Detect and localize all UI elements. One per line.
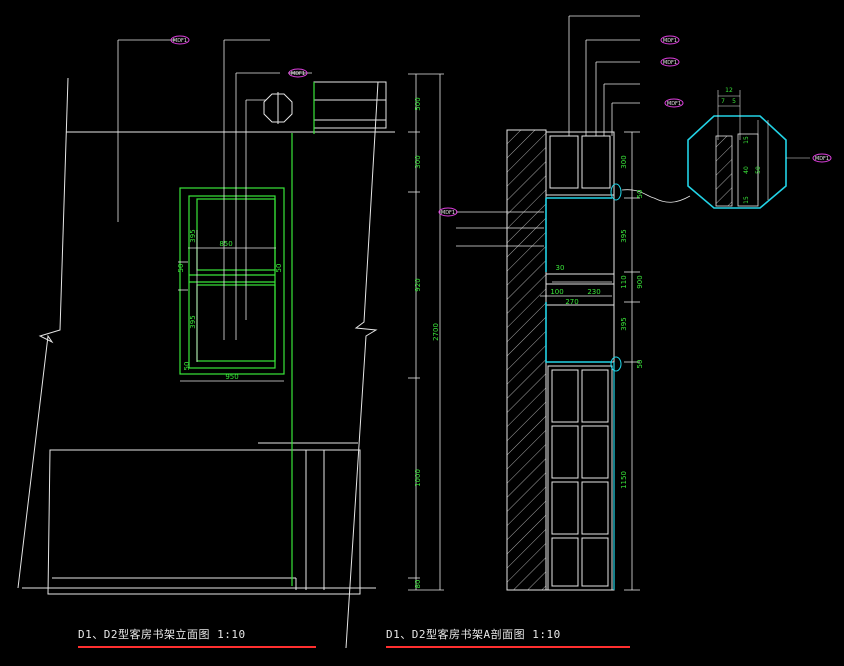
svg-text:50: 50 xyxy=(275,264,283,273)
section-title-underline xyxy=(386,646,630,648)
cad-drawing: MDF1 MDF1 MDF1 MDF1 MDF1 MDF1 MDF1 850 9… xyxy=(17,15,832,649)
svg-text:30: 30 xyxy=(556,264,565,272)
svg-text:12: 12 xyxy=(725,87,733,94)
svg-text:50: 50 xyxy=(183,362,191,371)
svg-text:MDF1: MDF1 xyxy=(815,156,829,162)
svg-text:395: 395 xyxy=(620,317,628,330)
svg-text:7: 7 xyxy=(721,98,725,105)
tag-sec-1: MDF1 xyxy=(660,35,680,45)
svg-text:50: 50 xyxy=(177,264,185,273)
svg-text:270: 270 xyxy=(565,298,578,306)
svg-text:15: 15 xyxy=(743,136,750,144)
svg-text:MDF1: MDF1 xyxy=(173,38,187,44)
svg-text:MDF1: MDF1 xyxy=(667,101,681,107)
tag-sec-4: MDF1 xyxy=(438,207,458,217)
elevation-dimensions xyxy=(117,39,312,382)
section-view xyxy=(456,15,810,591)
lower-cabinet xyxy=(47,449,361,595)
svg-text:110: 110 xyxy=(620,275,628,288)
svg-text:MDF1: MDF1 xyxy=(663,60,677,66)
tag-sec-3: MDF1 xyxy=(664,98,684,108)
dimension-texts: 850 950 395 395 50 50 50 500 300 920 270… xyxy=(177,87,762,588)
elevation-title-underline xyxy=(78,646,316,648)
svg-text:40: 40 xyxy=(743,166,750,174)
svg-text:950: 950 xyxy=(225,373,238,381)
svg-text:230: 230 xyxy=(587,288,600,296)
svg-text:395: 395 xyxy=(620,229,628,242)
svg-text:MDF1: MDF1 xyxy=(663,38,677,44)
svg-text:900: 900 xyxy=(636,275,644,288)
svg-text:80: 80 xyxy=(414,580,422,589)
svg-text:100: 100 xyxy=(550,288,563,296)
tag-detail: MDF1 xyxy=(812,153,832,163)
tag-sec-2: MDF1 xyxy=(660,57,680,67)
wall-break-left xyxy=(17,77,69,589)
svg-text:2700: 2700 xyxy=(432,323,440,341)
tag-elev-1: MDF1 xyxy=(170,35,190,45)
svg-text:500: 500 xyxy=(414,97,422,110)
svg-text:MDF1: MDF1 xyxy=(291,71,305,77)
wall-break-right xyxy=(345,81,379,649)
svg-text:50: 50 xyxy=(636,190,644,199)
elevation-title: D1、D2型客房书架立面图 1:10 xyxy=(78,628,246,641)
section-title: D1、D2型客房书架A剖面图 1:10 xyxy=(386,628,561,641)
wall-hatch xyxy=(506,129,547,591)
svg-text:300: 300 xyxy=(620,155,628,168)
svg-text:1150: 1150 xyxy=(620,471,628,489)
svg-text:395: 395 xyxy=(189,315,197,328)
svg-text:50: 50 xyxy=(755,166,762,174)
elevation-frame xyxy=(179,82,315,586)
elevation-view xyxy=(17,77,395,649)
svg-text:300: 300 xyxy=(414,155,422,168)
svg-text:920: 920 xyxy=(414,278,422,291)
svg-text:850: 850 xyxy=(219,240,232,248)
svg-text:5: 5 xyxy=(732,98,736,105)
svg-text:15: 15 xyxy=(743,196,750,204)
detail-octagon xyxy=(687,115,787,209)
svg-text:1000: 1000 xyxy=(414,469,422,487)
svg-text:395: 395 xyxy=(189,229,197,242)
tag-elev-2: MDF1 xyxy=(288,68,308,78)
svg-text:MDF1: MDF1 xyxy=(441,210,455,216)
svg-text:50: 50 xyxy=(636,360,644,369)
